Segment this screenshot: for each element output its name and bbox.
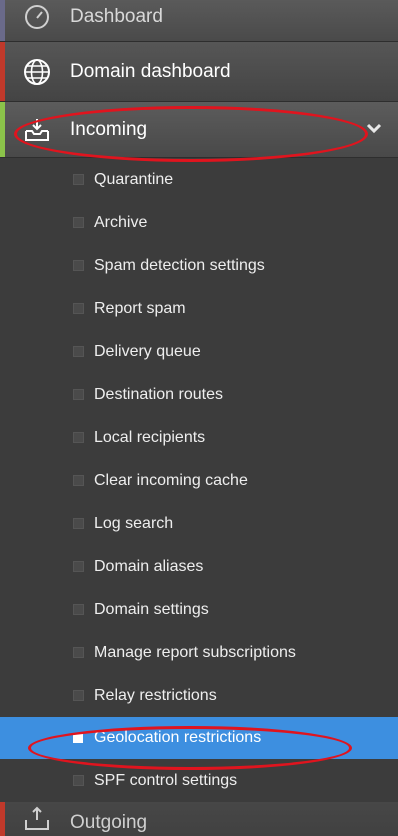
bullet-icon xyxy=(73,518,84,529)
bullet-icon xyxy=(73,604,84,615)
submenu-item-label: SPF control settings xyxy=(94,771,238,789)
bullet-icon xyxy=(73,475,84,486)
submenu-item-log-search[interactable]: Log search xyxy=(0,502,398,545)
sidebar-item-label: Domain dashboard xyxy=(70,60,231,82)
submenu-item-domain-aliases[interactable]: Domain aliases xyxy=(0,545,398,588)
submenu-item-label: Domain aliases xyxy=(94,557,204,575)
submenu-item-manage-report-subscriptions[interactable]: Manage report subscriptions xyxy=(0,631,398,674)
item-edge xyxy=(0,42,5,101)
sidebar-item-label: Outgoing xyxy=(70,812,148,833)
chevron-down-icon[interactable] xyxy=(366,118,382,139)
bullet-icon xyxy=(73,303,84,314)
sidebar-item-outgoing[interactable]: Outgoing xyxy=(0,802,398,836)
bullet-icon xyxy=(73,389,84,400)
inbox-download-icon xyxy=(22,115,52,145)
sidebar-item-label: Dashboard xyxy=(70,6,163,27)
bullet-icon xyxy=(73,647,84,658)
submenu-item-label: Report spam xyxy=(94,299,186,317)
bullet-icon xyxy=(73,432,84,443)
submenu-item-label: Manage report subscriptions xyxy=(94,643,296,661)
submenu-item-spf-control-settings[interactable]: SPF control settings xyxy=(0,759,398,802)
submenu-item-label: Quarantine xyxy=(94,170,174,188)
submenu-item-label: Geolocation restrictions xyxy=(94,729,262,746)
submenu-item-quarantine[interactable]: Quarantine xyxy=(0,158,398,201)
submenu-item-geolocation-restrictions[interactable]: Geolocation restrictions xyxy=(0,717,398,759)
sidebar-item-domain-dashboard[interactable]: Domain dashboard xyxy=(0,42,398,102)
bullet-icon xyxy=(73,174,84,185)
sidebar-nav: Dashboard Domain dashboard Incoming Quar… xyxy=(0,0,398,836)
bullet-icon xyxy=(73,346,84,357)
submenu-item-label: Domain settings xyxy=(94,600,209,618)
submenu-item-report-spam[interactable]: Report spam xyxy=(0,287,398,330)
submenu-item-clear-incoming-cache[interactable]: Clear incoming cache xyxy=(0,459,398,502)
bullet-icon xyxy=(73,561,84,572)
submenu-item-destination-routes[interactable]: Destination routes xyxy=(0,373,398,416)
submenu-item-relay-restrictions[interactable]: Relay restrictions xyxy=(0,674,398,717)
bullet-icon xyxy=(73,217,84,228)
item-edge xyxy=(0,802,5,836)
item-edge xyxy=(0,102,5,157)
sidebar-item-label: Incoming xyxy=(70,118,148,140)
bullet-icon xyxy=(73,260,84,271)
submenu-item-local-recipients[interactable]: Local recipients xyxy=(0,416,398,459)
submenu-item-label: Log search xyxy=(94,514,174,532)
item-edge xyxy=(0,0,5,41)
submenu-item-label: Clear incoming cache xyxy=(94,471,248,489)
submenu-item-label: Local recipients xyxy=(94,428,206,446)
submenu-item-archive[interactable]: Archive xyxy=(0,201,398,244)
submenu-item-delivery-queue[interactable]: Delivery queue xyxy=(0,330,398,373)
inbox-upload-icon xyxy=(22,804,52,834)
sidebar-item-dashboard[interactable]: Dashboard xyxy=(0,0,398,42)
sidebar-item-incoming[interactable]: Incoming xyxy=(0,102,398,158)
submenu-item-label: Archive xyxy=(94,213,148,231)
submenu-item-label: Spam detection settings xyxy=(94,256,265,274)
speedometer-icon xyxy=(22,2,52,32)
bullet-icon xyxy=(73,775,84,786)
bullet-icon xyxy=(73,690,84,701)
submenu-item-label: Relay restrictions xyxy=(94,686,217,704)
submenu-item-label: Delivery queue xyxy=(94,342,201,360)
incoming-submenu: Quarantine Archive Spam detection settings… xyxy=(0,158,398,802)
submenu-item-domain-settings[interactable]: Domain settings xyxy=(0,588,398,631)
submenu-item-label: Destination routes xyxy=(94,385,223,403)
submenu-item-spam-detection-settings[interactable]: Spam detection settings xyxy=(0,244,398,287)
bullet-icon xyxy=(73,733,83,743)
globe-icon xyxy=(22,57,52,87)
